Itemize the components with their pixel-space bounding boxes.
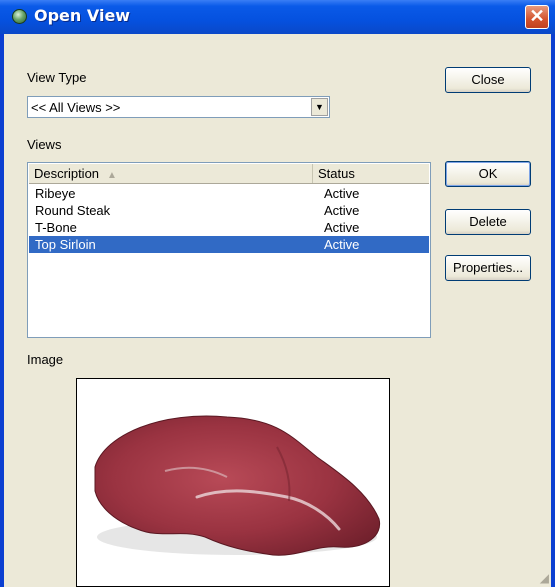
- delete-button[interactable]: Delete: [445, 209, 531, 235]
- close-icon[interactable]: ✕: [525, 5, 549, 29]
- sort-ascending-icon: ▲: [107, 170, 117, 181]
- title-bar[interactable]: Open View ✕: [0, 0, 555, 34]
- row-status: Active: [324, 186, 360, 201]
- view-type-label: View Type: [27, 70, 87, 85]
- view-type-select[interactable]: << All Views >> ▼: [27, 96, 330, 118]
- column-header-description[interactable]: Description ▲: [29, 164, 313, 183]
- list-item[interactable]: Ribeye Active: [29, 185, 429, 202]
- steak-image: [77, 379, 389, 586]
- close-button[interactable]: Close: [445, 67, 531, 93]
- views-list[interactable]: Description ▲ Status Ribeye Active Round …: [27, 162, 431, 338]
- list-item[interactable]: Round Steak Active: [29, 202, 429, 219]
- view-type-value: << All Views >>: [31, 100, 121, 115]
- row-status: Active: [324, 220, 360, 235]
- row-description: Top Sirloin: [35, 237, 96, 252]
- ok-button[interactable]: OK: [445, 161, 531, 187]
- column-header-status[interactable]: Status: [313, 164, 429, 183]
- views-label: Views: [27, 137, 62, 152]
- window-title: Open View: [34, 6, 131, 25]
- row-description: Ribeye: [35, 186, 76, 201]
- app-icon: [12, 9, 27, 24]
- image-label: Image: [27, 352, 64, 367]
- row-description: T-Bone: [35, 220, 77, 235]
- resize-grip-icon[interactable]: ◢: [540, 571, 549, 585]
- properties-button[interactable]: Properties...: [445, 255, 531, 281]
- list-item-selected[interactable]: Top Sirloin Active: [29, 236, 429, 253]
- row-description: Round Steak: [35, 203, 111, 218]
- list-item[interactable]: T-Bone Active: [29, 219, 429, 236]
- chevron-down-icon[interactable]: ▼: [311, 98, 328, 116]
- row-status: Active: [324, 203, 360, 218]
- column-header-description-label: Description: [34, 166, 100, 181]
- row-status: Active: [324, 237, 360, 252]
- image-preview: [76, 378, 390, 587]
- open-view-dialog: Open View ✕ View Type << All Views >> ▼ …: [0, 0, 555, 587]
- list-header: Description ▲ Status: [29, 164, 429, 184]
- dialog-body: View Type << All Views >> ▼ Views Descri…: [4, 34, 551, 587]
